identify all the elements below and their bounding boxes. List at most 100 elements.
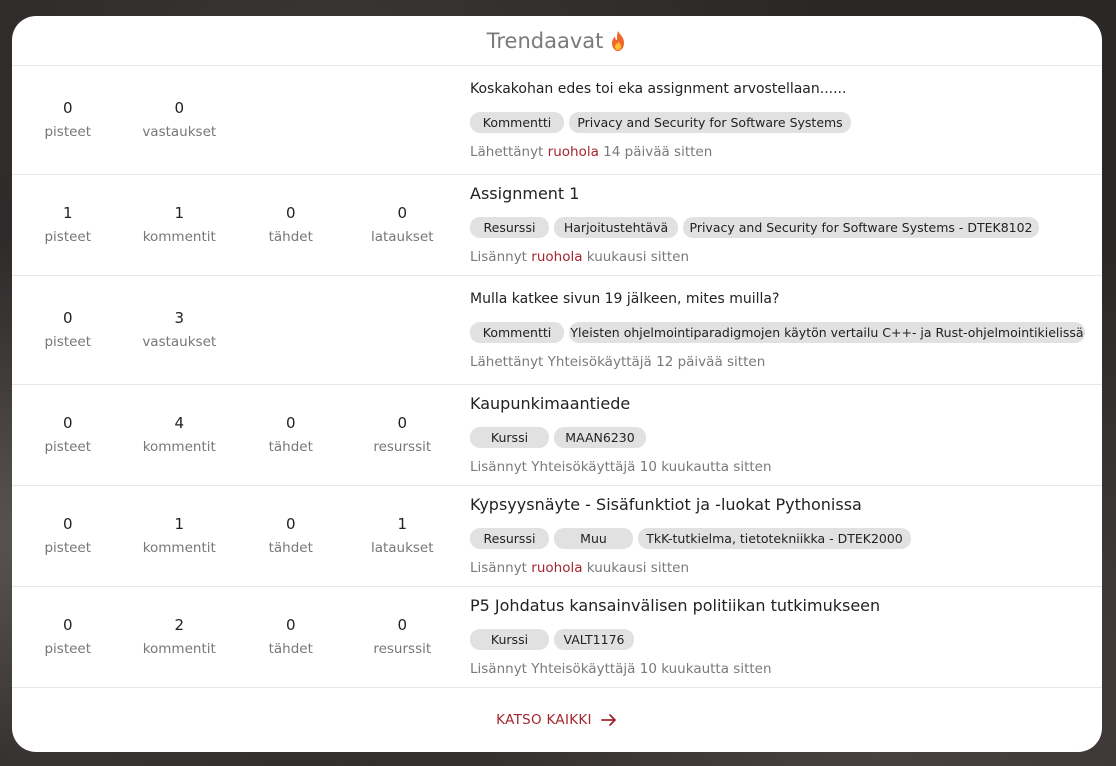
stat-pisteet: 0 pisteet	[12, 514, 124, 558]
stat-tähdet: 0 tähdet	[235, 203, 347, 247]
stat-label: vastaukset	[142, 334, 217, 350]
meta-time: kuukausi sitten	[586, 560, 690, 576]
item-title[interactable]: Kaupunkimaantiede	[470, 393, 772, 415]
stat-label: kommentit	[142, 439, 216, 455]
stat-value: 0	[62, 515, 73, 533]
stat-value: 0	[62, 616, 73, 634]
trending-item[interactable]: 0 pisteet 3 vastaukset Mulla katkee sivun 19…	[12, 276, 1102, 385]
meta-prefix: Lähettänyt	[470, 354, 544, 370]
item-title[interactable]: Koskakohan edes toi eka assignment arvos…	[470, 78, 851, 100]
stat-value: 0	[397, 414, 408, 432]
tag-chip[interactable]: Resurssi	[470, 217, 549, 238]
stat-value: 0	[285, 204, 296, 222]
meta-user[interactable]: ruohola	[548, 144, 599, 160]
stat-kommentit: 4 kommentit	[124, 413, 236, 457]
item-title[interactable]: P5 Johdatus kansainvälisen politiikan tu…	[470, 595, 880, 617]
item-title[interactable]: Assignment 1	[470, 183, 1039, 205]
tag-chip[interactable]: Resurssi	[470, 528, 549, 549]
stat-label: kommentit	[142, 229, 216, 245]
tag-chip[interactable]: Muu	[554, 528, 633, 549]
meta-time: 12 päivää sitten	[656, 354, 766, 370]
meta-user[interactable]: ruohola	[531, 249, 582, 265]
stat-tähdet: 0 tähdet	[235, 615, 347, 659]
trending-item[interactable]: 0 pisteet 4 kommentit 0 tähdet 0 resurssit Kaupu…	[12, 385, 1102, 486]
stat-label: resurssit	[373, 439, 432, 455]
stat-value: 1	[397, 515, 408, 533]
stat-label: pisteet	[44, 540, 92, 556]
meta-time: 14 päivää sitten	[603, 144, 713, 160]
meta-time: 10 kuukautta sitten	[639, 661, 772, 677]
trending-item[interactable]: 1 pisteet 1 kommentit 0 tähdet 0 lataukset Assig…	[12, 175, 1102, 276]
tag-chip[interactable]: Privacy and Security for Software System…	[683, 217, 1039, 238]
item-meta: Lisännyt Yhteisökäyttäjä 10 kuukautta si…	[470, 457, 772, 477]
meta-prefix: Lisännyt	[470, 661, 527, 677]
trending-item[interactable]: 0 pisteet 2 kommentit 0 tähdet 0 resurssit P5 Jo…	[12, 587, 1102, 688]
meta-prefix: Lisännyt	[470, 459, 527, 475]
stat-label: resurssit	[373, 641, 432, 657]
stat-label: pisteet	[44, 124, 92, 140]
stat-value: 0	[62, 414, 73, 432]
item-content: Koskakohan edes toi eka assignment arvos…	[458, 66, 851, 174]
stat-resurssit: 0 resurssit	[347, 615, 459, 659]
item-title[interactable]: Kypsyysnäyte - Sisäfunktiot ja -luokat P…	[470, 494, 911, 516]
card-header: Trendaavat	[12, 16, 1102, 66]
stat-label: pisteet	[44, 229, 92, 245]
item-meta: Lähettänyt ruohola 14 päivää sitten	[470, 142, 851, 162]
tag-chip[interactable]: Kurssi	[470, 629, 549, 650]
stat-value: 1	[174, 204, 185, 222]
tag-chip[interactable]: Kurssi	[470, 427, 549, 448]
stat-value: 0	[62, 99, 73, 117]
tag-chip[interactable]: Kommentti	[470, 112, 564, 133]
item-title[interactable]: Mulla katkee sivun 19 jälkeen, mites mui…	[470, 288, 1085, 310]
card-title: Trendaavat	[486, 28, 604, 53]
meta-prefix: Lisännyt	[470, 249, 527, 265]
tag-chip[interactable]: MAAN6230	[554, 427, 646, 448]
item-meta: Lisännyt ruohola kuukausi sitten	[470, 558, 911, 578]
trending-item[interactable]: 0 pisteet 0 vastaukset Koskakohan edes toi e…	[12, 66, 1102, 175]
stat-label: tähdet	[268, 641, 313, 657]
stat-lataukset: 0 lataukset	[347, 203, 459, 247]
item-content: Kypsyysnäyte - Sisäfunktiot ja -luokat P…	[458, 486, 911, 586]
stat-pisteet: 1 pisteet	[12, 203, 124, 247]
item-tags: Kurssi MAAN6230	[470, 427, 772, 448]
trending-item[interactable]: 0 pisteet 1 kommentit 0 tähdet 1 lataukset Kypsy…	[12, 486, 1102, 587]
stat-label: vastaukset	[142, 124, 217, 140]
item-content: Mulla katkee sivun 19 jälkeen, mites mui…	[458, 276, 1085, 384]
item-tags: Kommentti Privacy and Security for Softwa…	[470, 112, 851, 133]
item-stats: 0 pisteet 4 kommentit 0 tähdet 0 resurssit	[12, 385, 458, 485]
stat-tähdet: 0 tähdet	[235, 514, 347, 558]
stat-label: pisteet	[44, 334, 92, 350]
fire-icon	[609, 30, 627, 52]
stat-value: 0	[174, 99, 185, 117]
tag-chip[interactable]: Yleisten ohjelmointiparadigmojen käytön …	[569, 322, 1085, 343]
stat-value: 1	[62, 204, 73, 222]
tag-chip[interactable]: TkK-tutkielma, tietotekniikka - DTEK2000	[638, 528, 911, 549]
stat-vastaukset: 0 vastaukset	[124, 98, 236, 142]
tag-chip[interactable]: VALT1176	[554, 629, 634, 650]
trending-list: 0 pisteet 0 vastaukset Koskakohan edes toi e…	[12, 66, 1102, 688]
item-meta: Lisännyt ruohola kuukausi sitten	[470, 247, 1039, 267]
stat-label: tähdet	[268, 229, 313, 245]
stat-value: 4	[174, 414, 185, 432]
tag-chip[interactable]: Harjoitustehtävä	[554, 217, 678, 238]
stat-label: lataukset	[370, 540, 434, 556]
tag-chip[interactable]: Privacy and Security for Software System…	[569, 112, 851, 133]
see-all-link[interactable]: KATSO KAIKKI	[496, 711, 618, 729]
meta-time: kuukausi sitten	[586, 249, 690, 265]
stat-value: 0	[285, 515, 296, 533]
meta-prefix: Lähettänyt	[470, 144, 544, 160]
item-stats: 0 pisteet 0 vastaukset	[12, 66, 458, 174]
item-meta: Lisännyt Yhteisökäyttäjä 10 kuukautta si…	[470, 659, 880, 679]
item-tags: Resurssi Muu TkK-tutkielma, tietotekniikka…	[470, 528, 911, 549]
stat-value: 1	[174, 515, 185, 533]
stat-value: 0	[397, 616, 408, 634]
stat-label: lataukset	[370, 229, 434, 245]
stat-label: pisteet	[44, 439, 92, 455]
stat-vastaukset: 3 vastaukset	[124, 308, 236, 352]
stat-pisteet: 0 pisteet	[12, 98, 124, 142]
stat-label: tähdet	[268, 439, 313, 455]
tag-chip[interactable]: Kommentti	[470, 322, 564, 343]
item-stats: 0 pisteet 1 kommentit 0 tähdet 1 lataukset	[12, 486, 458, 586]
meta-user[interactable]: ruohola	[531, 560, 582, 576]
item-content: P5 Johdatus kansainvälisen politiikan tu…	[458, 587, 880, 687]
